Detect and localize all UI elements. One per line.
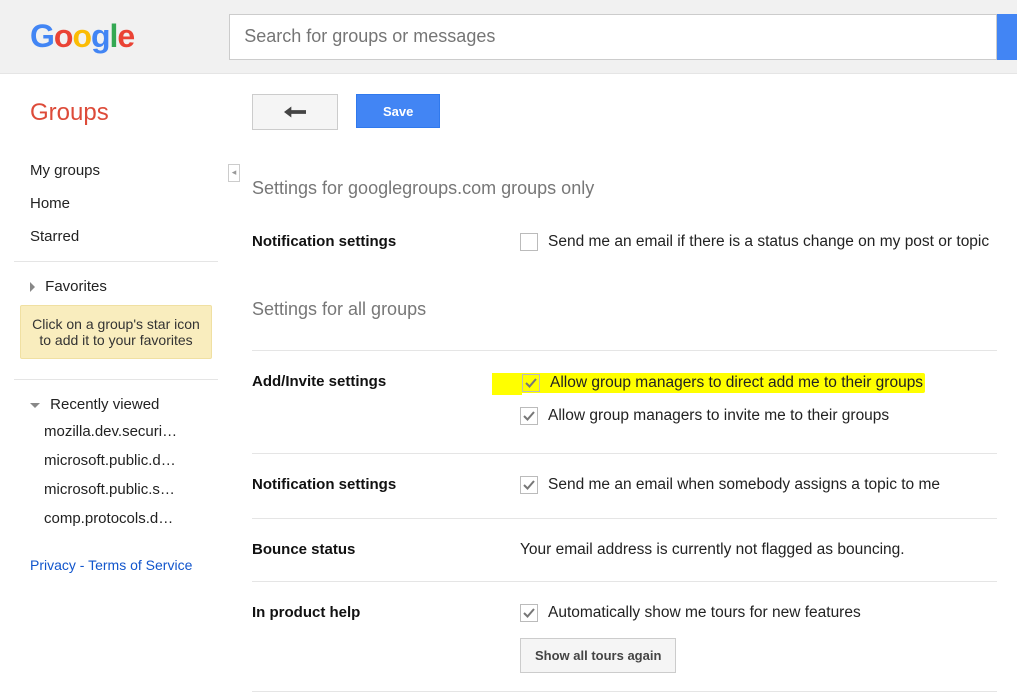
checkbox-label: Allow group managers to direct add me to… bbox=[550, 374, 923, 392]
section-heading-all-groups: Settings for all groups bbox=[252, 299, 1017, 320]
chevron-right-icon bbox=[30, 282, 35, 292]
main-content: Save Settings for googlegroups.com group… bbox=[232, 74, 1017, 692]
search-input[interactable] bbox=[229, 14, 997, 60]
google-logo[interactable]: Google bbox=[30, 18, 134, 55]
sidebar-section-favorites[interactable]: Favorites bbox=[30, 278, 232, 295]
footer-links: Privacy - Terms of Service bbox=[30, 557, 232, 573]
chevron-down-icon bbox=[30, 403, 40, 408]
label-notification-settings-1: Notification settings bbox=[252, 233, 520, 269]
bounce-status-text: Your email address is currently not flag… bbox=[520, 541, 905, 558]
check-icon bbox=[525, 377, 537, 389]
tos-link[interactable]: Terms of Service bbox=[88, 557, 192, 573]
privacy-link[interactable]: Privacy bbox=[30, 557, 76, 573]
search-button[interactable] bbox=[997, 14, 1017, 60]
checkbox-topic-assign-email[interactable] bbox=[520, 476, 538, 494]
sidebar-collapse-handle[interactable]: ◂ bbox=[228, 164, 240, 182]
section-heading-gg-only: Settings for googlegroups.com groups onl… bbox=[252, 178, 1017, 199]
recent-item[interactable]: microsoft.public.s… bbox=[44, 481, 204, 498]
checkbox-label: Allow group managers to invite me to the… bbox=[548, 407, 889, 425]
label-notification-settings-2: Notification settings bbox=[252, 476, 520, 512]
check-icon bbox=[523, 607, 535, 619]
sidebar: ◂ Groups My groups Home Starred Favorite… bbox=[0, 74, 232, 692]
recent-item[interactable]: mozilla.dev.securi… bbox=[44, 423, 204, 440]
nav-my-groups[interactable]: My groups bbox=[30, 162, 232, 179]
back-arrow-icon bbox=[284, 105, 306, 119]
checkbox-label: Send me an email if there is a status ch… bbox=[548, 233, 989, 251]
save-button[interactable]: Save bbox=[356, 94, 440, 128]
checkbox-invite[interactable] bbox=[520, 407, 538, 425]
nav-home[interactable]: Home bbox=[30, 195, 232, 212]
favorites-heading: Favorites bbox=[45, 278, 107, 295]
favorites-hint: Click on a group's star icon to add it t… bbox=[20, 305, 212, 359]
check-icon bbox=[523, 410, 535, 422]
label-in-product-help: In product help bbox=[252, 604, 520, 621]
show-tours-button[interactable]: Show all tours again bbox=[520, 638, 676, 673]
toolbar: Save bbox=[252, 94, 1017, 130]
nav-starred[interactable]: Starred bbox=[30, 228, 232, 245]
check-icon bbox=[523, 479, 535, 491]
top-bar: Google bbox=[0, 0, 1017, 74]
sidebar-section-recent[interactable]: Recently viewed bbox=[30, 396, 232, 413]
label-bounce-status: Bounce status bbox=[252, 541, 520, 559]
recent-item[interactable]: comp.protocols.d… bbox=[44, 510, 204, 527]
checkbox-direct-add[interactable] bbox=[522, 374, 540, 392]
recent-heading: Recently viewed bbox=[50, 396, 159, 413]
checkbox-label: Automatically show me tours for new feat… bbox=[548, 604, 861, 622]
recent-item[interactable]: microsoft.public.d… bbox=[44, 452, 204, 469]
checkbox-status-change-email[interactable] bbox=[520, 233, 538, 251]
checkbox-label: Send me an email when somebody assigns a… bbox=[548, 476, 940, 494]
label-add-invite-settings: Add/Invite settings bbox=[252, 373, 520, 390]
back-button[interactable] bbox=[252, 94, 338, 130]
app-title[interactable]: Groups bbox=[30, 99, 232, 127]
checkbox-auto-tours[interactable] bbox=[520, 604, 538, 622]
